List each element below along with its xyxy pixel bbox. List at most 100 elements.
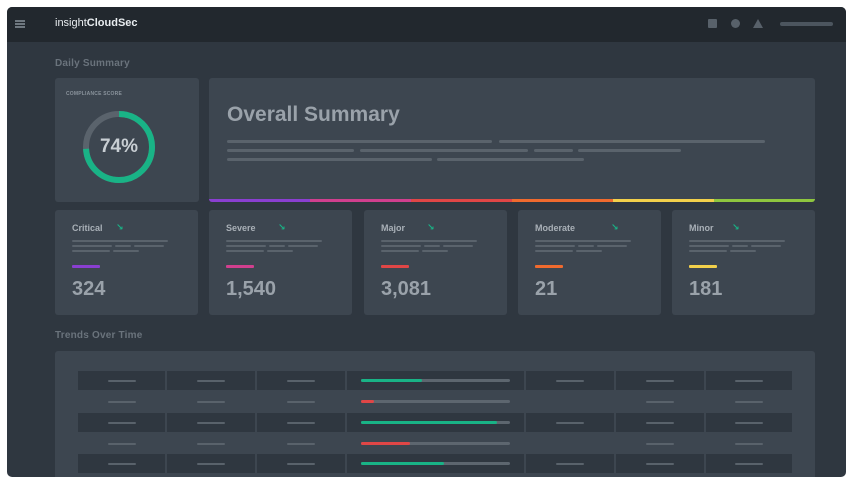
compliance-score-card[interactable]: COMPLIANCE SCORE 74% (55, 78, 199, 202)
table-cell (706, 454, 792, 473)
placeholder-dash (735, 422, 763, 424)
severity-strip-segment (512, 199, 613, 202)
severity-count: 21 (535, 278, 558, 300)
placeholder-dash (556, 380, 584, 382)
trend-progress-fill (361, 400, 375, 403)
severity-strip-segment (411, 199, 512, 202)
severity-text-line (134, 245, 164, 247)
table-cell (526, 371, 614, 390)
severity-text-line (730, 250, 756, 252)
table-cell (167, 371, 255, 390)
table-cell (706, 371, 792, 390)
placeholder-dash (287, 443, 315, 445)
severity-text-line (115, 245, 131, 247)
alert-triangle-icon[interactable] (753, 19, 763, 28)
severity-count: 181 (689, 278, 723, 300)
square-icon[interactable] (708, 19, 717, 28)
placeholder-dash (735, 380, 763, 382)
severity-card-severe[interactable]: Severe ↘ 1,540 (209, 210, 352, 315)
severity-strip-segment (310, 199, 411, 202)
severity-text-line (424, 245, 440, 247)
summary-text-line (227, 158, 432, 161)
table-row[interactable] (78, 392, 792, 411)
app-window: insightCloudSec Daily Summary COMPLIANCE… (7, 7, 846, 477)
severity-accent-bar (689, 265, 717, 268)
placeholder-dash (108, 463, 136, 465)
brand-logo: insightCloudSec (55, 17, 138, 29)
table-cell (347, 454, 524, 473)
placeholder-dash (556, 422, 584, 424)
table-cell (706, 434, 792, 453)
severity-text-line (72, 240, 168, 242)
overall-summary-card[interactable]: Overall Summary (209, 78, 815, 202)
severity-accent-bar (381, 265, 409, 268)
severity-card-major[interactable]: Major ↘ 3,081 (364, 210, 507, 315)
severity-name: Moderate (535, 223, 576, 233)
circle-icon[interactable] (731, 19, 740, 28)
table-cell (78, 392, 165, 411)
severity-text-line (689, 245, 729, 247)
compliance-score-label: COMPLIANCE SCORE (66, 91, 122, 97)
placeholder-dash (197, 422, 225, 424)
severity-text-line (288, 245, 318, 247)
summary-text-line (499, 140, 765, 143)
trend-progress-fill (361, 421, 497, 424)
severity-text-line (422, 250, 448, 252)
table-row[interactable] (78, 413, 792, 432)
placeholder-dash (197, 463, 225, 465)
placeholder-dash (108, 443, 136, 445)
table-cell (257, 454, 345, 473)
placeholder-dash (646, 380, 674, 382)
placeholder-dash (735, 463, 763, 465)
severity-card-moderate[interactable]: Moderate ↘ 21 (518, 210, 661, 315)
table-cell (347, 413, 524, 432)
summary-text-line (437, 158, 584, 161)
placeholder-dash (197, 401, 225, 403)
table-cell (706, 392, 792, 411)
table-row[interactable] (78, 454, 792, 473)
severity-text-line (381, 240, 477, 242)
placeholder-dash (735, 443, 763, 445)
placeholder-dash (108, 401, 136, 403)
severity-text-line (72, 250, 110, 252)
compliance-score-value: 74% (99, 136, 139, 157)
trend-progress-bar (361, 442, 510, 445)
severity-name: Critical (72, 223, 103, 233)
table-cell (347, 371, 524, 390)
placeholder-dash (646, 422, 674, 424)
arrow-down-right-icon: ↘ (278, 222, 286, 232)
menu-icon[interactable] (15, 20, 25, 28)
trends-title: Trends Over Time (55, 330, 143, 341)
trends-panel (55, 351, 815, 477)
placeholder-dash (287, 401, 315, 403)
severity-color-strip (209, 199, 815, 202)
daily-summary-title: Daily Summary (55, 58, 130, 69)
placeholder-dash (197, 380, 225, 382)
severity-card-critical[interactable]: Critical ↘ 324 (55, 210, 198, 315)
trend-progress-fill (361, 442, 411, 445)
table-cell (526, 413, 614, 432)
severity-text-line (226, 250, 264, 252)
severity-text-line (689, 250, 727, 252)
placeholder-dash (287, 422, 315, 424)
trend-progress-fill (361, 462, 445, 465)
arrow-down-right-icon: ↘ (116, 222, 124, 232)
severity-text-line (113, 250, 139, 252)
severity-text-line (381, 250, 419, 252)
severity-name: Minor (689, 223, 714, 233)
user-menu[interactable] (780, 22, 833, 26)
arrow-down-right-icon: ↘ (427, 222, 435, 232)
table-row[interactable] (78, 434, 792, 453)
severity-count: 1,540 (226, 278, 277, 300)
placeholder-dash (287, 380, 315, 382)
table-cell (347, 392, 524, 411)
table-row[interactable] (78, 371, 792, 390)
table-cell (167, 454, 255, 473)
severity-text-line (576, 250, 602, 252)
severity-text-line (443, 245, 473, 247)
overall-summary-title: Overall Summary (227, 103, 400, 126)
placeholder-dash (108, 380, 136, 382)
table-cell (526, 454, 614, 473)
trend-progress-bar (361, 421, 510, 424)
severity-card-minor[interactable]: Minor ↘ 181 (672, 210, 815, 315)
